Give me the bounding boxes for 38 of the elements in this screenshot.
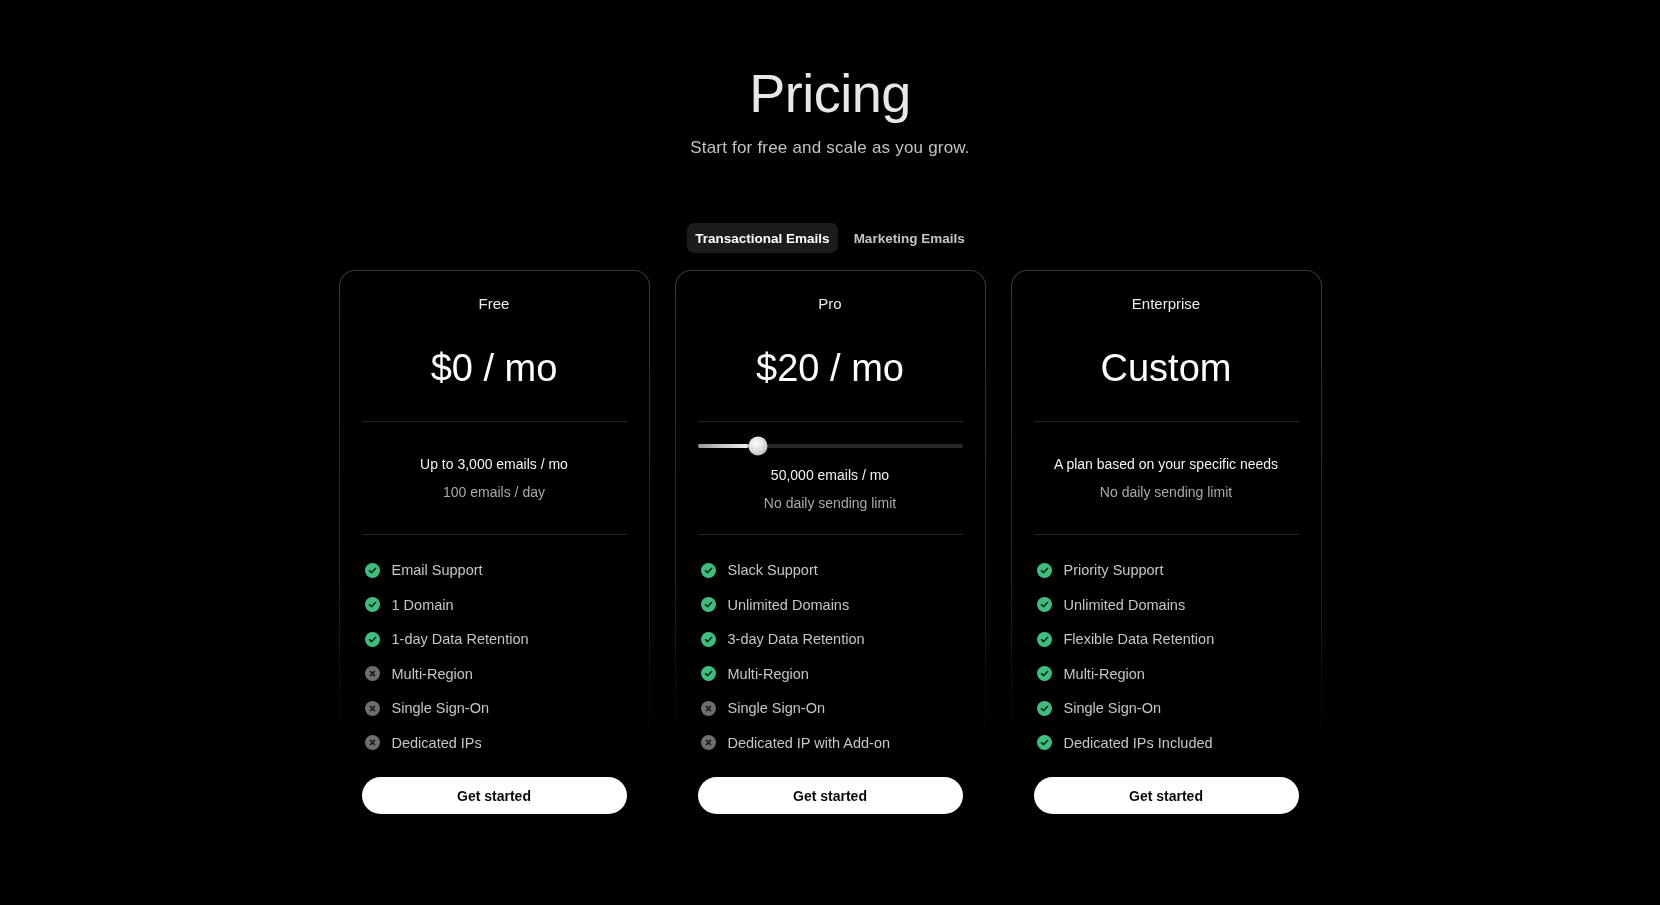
plan-type-tab[interactable]: Marketing Emails <box>845 223 973 253</box>
feature-label: Email Support <box>391 562 483 579</box>
feature-label: Multi-Region <box>1063 665 1145 682</box>
feature-label: 1-day Data Retention <box>391 631 529 648</box>
allowance-text: Up to 3,000 emails / mo <box>420 455 568 474</box>
allowance-detail: No daily sending limit <box>1099 483 1233 502</box>
feature-label: Dedicated IPs Included <box>1063 734 1213 751</box>
page-subtitle: Start for free and scale as you grow. <box>690 137 970 159</box>
feature-label: Single Sign-On <box>1063 700 1162 717</box>
plan-type-tab[interactable]: Transactional Emails <box>687 223 838 253</box>
allowance-detail: 100 emails / day <box>443 483 545 502</box>
allowance-detail: No daily sending limit <box>763 493 897 513</box>
allowance-text: A plan based on your specific needs <box>1053 455 1279 474</box>
feature-label: Flexible Data Retention <box>1063 631 1215 648</box>
get-started-button[interactable]: Get started <box>361 777 627 814</box>
slider-handle[interactable] <box>748 436 768 455</box>
feature-label: 1 Domain <box>391 596 454 613</box>
feature-label: Priority Support <box>1063 562 1164 579</box>
plan-name: Free <box>477 294 511 314</box>
feature-label: Multi-Region <box>727 665 809 682</box>
plan-name: Pro <box>817 294 843 314</box>
plan-price: $20 / mo <box>755 346 905 391</box>
plan-price: Custom <box>1099 346 1233 391</box>
feature-label: 3-day Data Retention <box>727 631 865 648</box>
feature-label: Dedicated IPs <box>391 734 482 751</box>
get-started-button[interactable]: Get started <box>697 777 963 814</box>
feature-label: Dedicated IP with Add-on <box>727 734 891 751</box>
plan-price: $0 / mo <box>429 346 559 391</box>
feature-label: Slack Support <box>727 562 818 579</box>
allowance-text: 50,000 emails / mo <box>770 465 890 485</box>
feature-label: Unlimited Domains <box>1063 596 1186 613</box>
feature-label: Unlimited Domains <box>727 596 850 613</box>
feature-label: Single Sign-On <box>391 700 490 717</box>
page-title: Pricing <box>749 62 911 125</box>
feature-label: Single Sign-On <box>727 700 826 717</box>
get-started-button[interactable]: Get started <box>1033 777 1299 814</box>
plan-name: Enterprise <box>1130 294 1202 314</box>
feature-label: Multi-Region <box>391 665 473 682</box>
